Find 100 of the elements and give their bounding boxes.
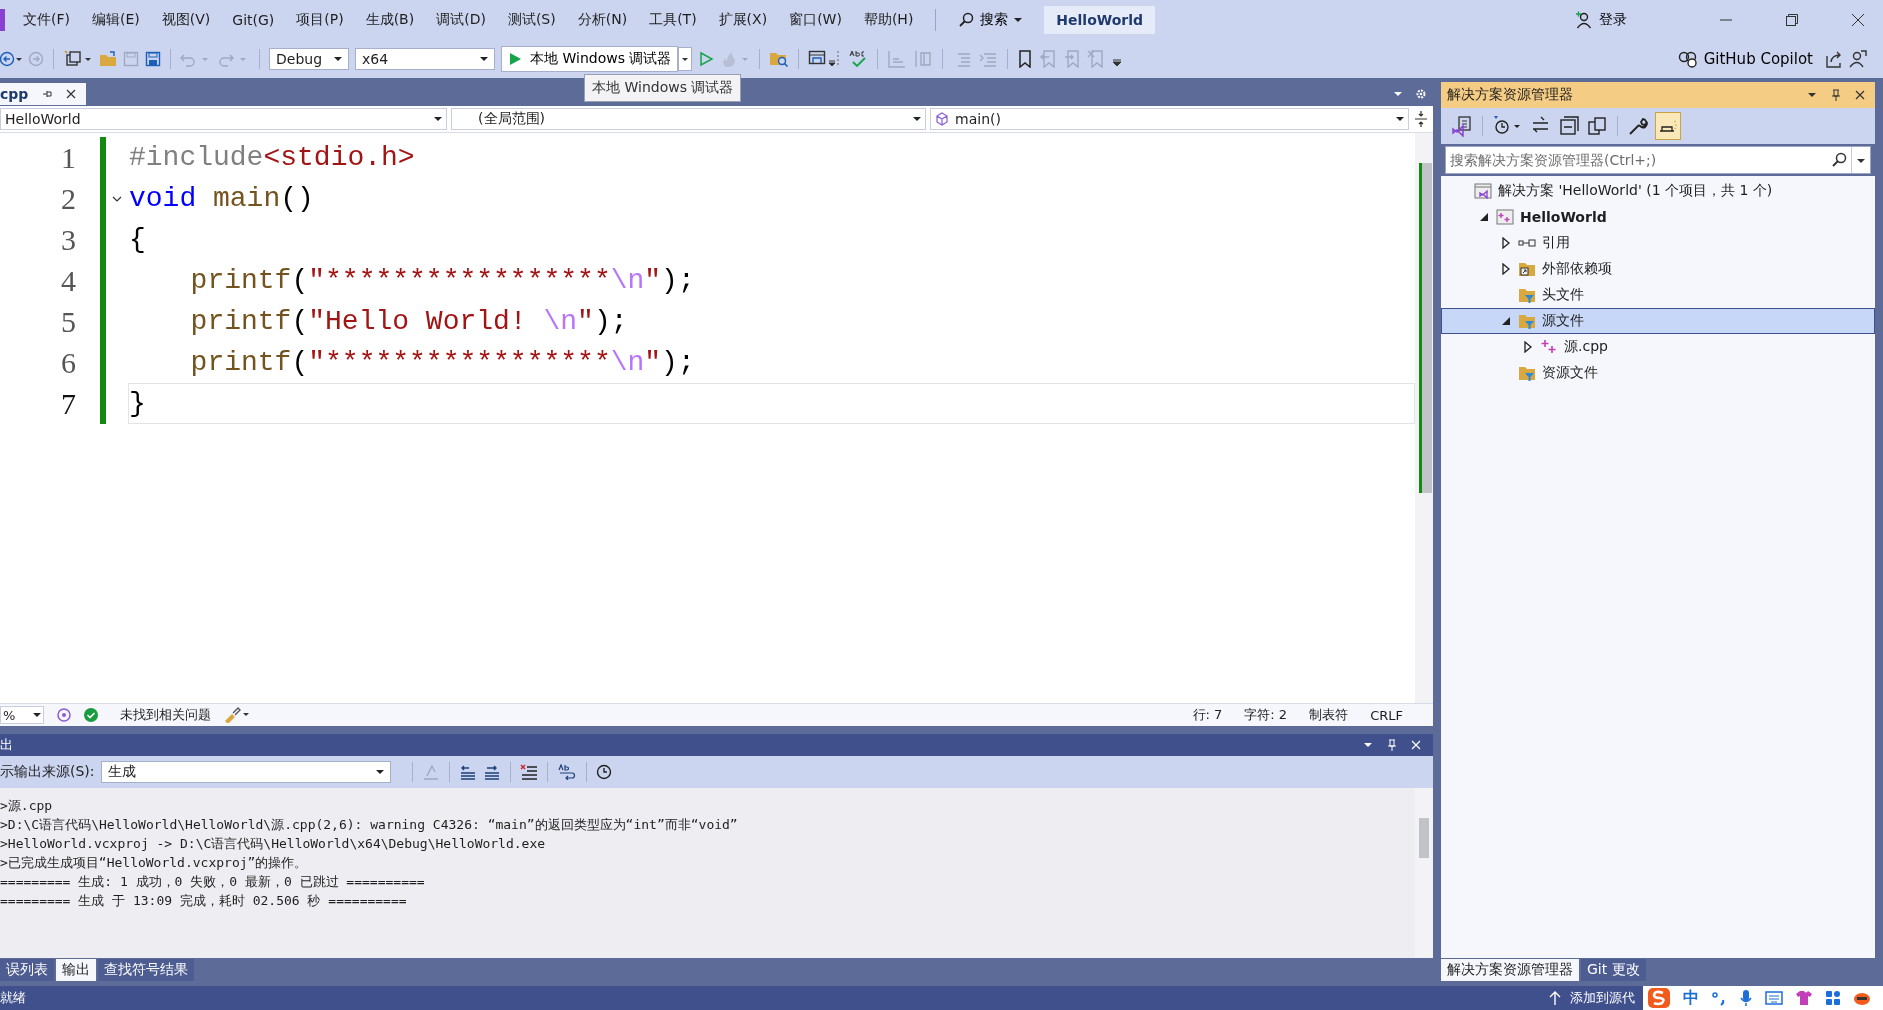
collapsed-icon[interactable] <box>1501 237 1511 249</box>
tree-item[interactable]: 外部依赖项 <box>1441 256 1875 282</box>
panel-tab[interactable]: 输出 <box>56 959 96 981</box>
save-all-icon[interactable] <box>145 51 161 67</box>
line-ending[interactable]: CRLF <box>1370 707 1403 723</box>
settings-icon[interactable] <box>1415 88 1427 100</box>
copilot-button[interactable]: GitHub Copilot <box>1671 49 1819 69</box>
tree-item[interactable]: 引用 <box>1441 230 1875 256</box>
arrow-up-icon[interactable] <box>1548 990 1562 1006</box>
panel-tab[interactable]: 查找符号结果 <box>98 959 194 981</box>
indent-mode[interactable]: 制表符 <box>1309 706 1349 724</box>
clock-icon[interactable] <box>595 764 612 780</box>
spellcheck-icon[interactable] <box>848 50 869 68</box>
cube-icon <box>935 112 950 126</box>
next-icon[interactable] <box>482 764 501 780</box>
add-to-source-control[interactable]: 添加到源代 <box>1570 989 1635 1007</box>
line-position[interactable]: 行: 7 <box>1192 706 1223 724</box>
collapsed-icon[interactable] <box>1523 341 1533 353</box>
scrollbar[interactable] <box>1415 788 1433 958</box>
document-tab[interactable]: cpp <box>0 83 87 105</box>
menu-item[interactable]: 分析(N) <box>577 11 628 29</box>
project-dropdown[interactable]: HelloWorld <box>0 108 448 130</box>
code-line: printf("*****************\n"); <box>189 346 696 380</box>
preview-button[interactable] <box>1655 112 1681 140</box>
ime-mode[interactable]: 中 <box>1683 987 1699 1009</box>
microphone-icon[interactable] <box>1739 989 1753 1007</box>
menu-item[interactable]: 项目(P) <box>296 11 344 29</box>
restore-icon[interactable] <box>1785 13 1799 27</box>
panel-tab[interactable]: 误列表 <box>0 959 54 981</box>
tree-item[interactable]: 资源文件 <box>1441 360 1875 386</box>
fold-icon[interactable] <box>112 194 122 203</box>
collapse-icon[interactable] <box>1558 115 1580 137</box>
grid-icon[interactable] <box>1825 990 1841 1006</box>
vs-solution-icon[interactable] <box>1451 115 1473 137</box>
menu-item[interactable]: 文件(F) <box>23 11 70 29</box>
menu-item[interactable]: 测试(S) <box>507 11 556 29</box>
ime-logo-icon[interactable] <box>1647 987 1671 1009</box>
member-dropdown[interactable]: main() <box>930 108 1410 130</box>
back-icon[interactable] <box>0 50 22 68</box>
menu-item[interactable]: 帮助(H) <box>863 11 914 29</box>
output-source-dropdown[interactable]: 生成 <box>100 761 391 783</box>
menu-item[interactable]: Git(G) <box>232 12 275 28</box>
pin-icon[interactable] <box>42 89 53 99</box>
tree-item[interactable]: 解决方案 'HelloWorld' (1 个项目，共 1 个) <box>1441 178 1875 204</box>
caret-icon[interactable] <box>678 47 693 71</box>
menu-item[interactable]: 视图(V) <box>161 11 211 29</box>
menu-item[interactable]: 调试(D) <box>436 11 486 29</box>
clear-icon[interactable] <box>519 764 538 780</box>
copy-icon[interactable] <box>1586 115 1608 137</box>
menu-item[interactable]: 工具(T) <box>649 11 697 29</box>
folder-search-icon[interactable] <box>769 50 790 68</box>
menu-item[interactable]: 扩展(X) <box>718 11 768 29</box>
run-debugger-button[interactable]: 本地 Windows 调试器 <box>501 46 679 72</box>
close-icon[interactable] <box>1855 90 1865 100</box>
menu-item[interactable]: 生成(B) <box>365 11 415 29</box>
platform-dropdown[interactable]: x64 <box>355 48 495 70</box>
keyboard-icon[interactable] <box>1765 990 1783 1006</box>
folder-icon[interactable] <box>99 51 117 67</box>
pin-icon[interactable] <box>1831 89 1841 101</box>
shirt-icon[interactable] <box>1795 990 1813 1006</box>
expanded-icon[interactable] <box>1501 316 1511 326</box>
scrollbar[interactable] <box>1415 133 1433 703</box>
search-box[interactable]: 搜索解决方案资源管理器(Ctrl+;) <box>1445 146 1871 174</box>
panel-tab[interactable]: Git 更改 <box>1581 959 1646 981</box>
panel-tab[interactable]: 解决方案资源管理器 <box>1441 959 1579 981</box>
column-position[interactable]: 字符: 2 <box>1244 706 1288 724</box>
tooltip: 本地 Windows 调试器 <box>584 74 742 102</box>
issues-status[interactable]: 未找到相关问题 <box>120 706 211 724</box>
tree-item[interactable]: 源文件 <box>1441 308 1875 334</box>
scope-dropdown[interactable]: (全局范围) <box>451 108 927 130</box>
dropdown-icon[interactable] <box>1807 90 1817 100</box>
zoom-dropdown[interactable]: % <box>0 706 44 724</box>
tree-item[interactable]: 头文件 <box>1441 282 1875 308</box>
configuration-dropdown[interactable]: Debug <box>269 48 349 70</box>
tree-item[interactable]: 源.cpp <box>1441 334 1875 360</box>
bookmark-icon[interactable] <box>1017 50 1034 68</box>
menu-item[interactable]: 编辑(E) <box>92 11 140 29</box>
collapsed-icon[interactable] <box>1501 263 1511 275</box>
brush-icon[interactable] <box>223 707 251 723</box>
copilot-icon <box>1677 50 1698 68</box>
tree-item[interactable]: HelloWorld <box>1441 204 1875 230</box>
expanded-icon[interactable] <box>1479 212 1489 222</box>
wrench-icon[interactable] <box>1627 115 1649 137</box>
close-icon[interactable] <box>1851 13 1865 27</box>
punctuation-icon[interactable] <box>1711 990 1727 1006</box>
caret-icon <box>913 116 922 122</box>
dropdown-icon[interactable] <box>1363 740 1373 750</box>
close-icon[interactable] <box>66 89 77 99</box>
new-project-icon[interactable] <box>63 50 93 68</box>
output-line: >D:\C语言代码\HelloWorld\HelloWorld\源.cpp(2,6): warning C4326: “main”的返回类型应为“int”而非“void” <box>0 816 739 834</box>
previous-icon[interactable] <box>458 764 477 780</box>
split-icon[interactable] <box>1413 110 1429 128</box>
menu-item[interactable]: 窗口(W) <box>789 11 842 29</box>
word-wrap-icon[interactable] <box>556 764 577 780</box>
search-field[interactable]: 搜索解决方案资源管理器(Ctrl+;) <box>1446 152 1827 168</box>
search-button[interactable]: 搜索 <box>958 11 1023 29</box>
share-icon[interactable] <box>1825 50 1843 68</box>
login-button[interactable]: 登录 <box>1569 10 1633 30</box>
feedback-icon[interactable] <box>1849 50 1867 68</box>
search-icon[interactable] <box>1831 152 1847 168</box>
